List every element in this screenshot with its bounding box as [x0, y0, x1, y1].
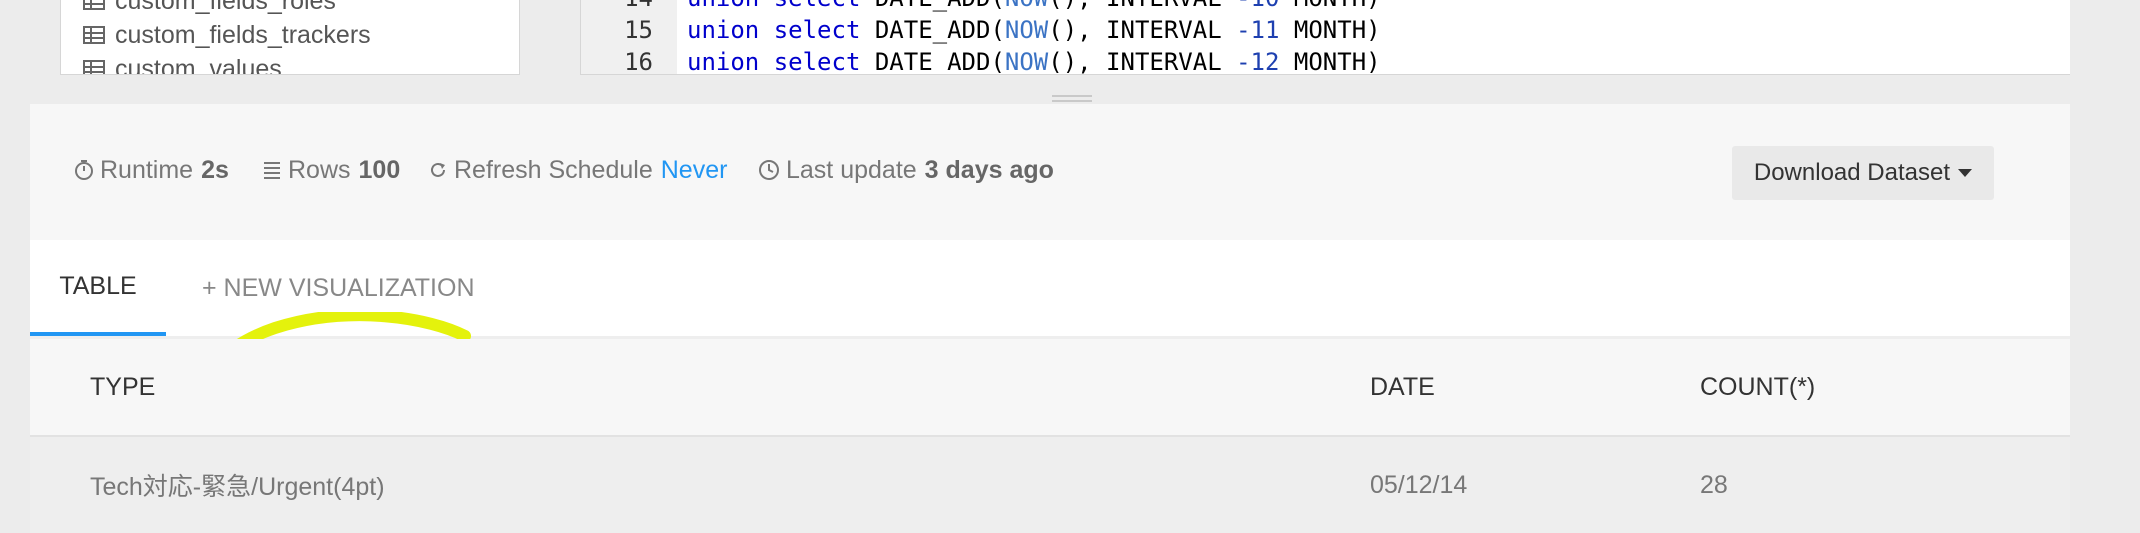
code-text: (), INTERVAL [1048, 48, 1237, 75]
code-keyword: union select [687, 16, 861, 44]
cell-date: 05/12/14 [1370, 470, 1468, 499]
table-header: TYPE DATE COUNT(*) [30, 339, 2070, 437]
column-header-count[interactable]: COUNT(*) [1700, 339, 1815, 435]
rows-info: Rows 100 [262, 150, 400, 190]
code-now: NOW [1004, 48, 1049, 75]
query-results: Runtime 2s Rows 100 Refresh Schedule Never … [30, 104, 2070, 533]
code-function: DATE_ADD( [875, 0, 1005, 12]
new-visualization-tab[interactable]: + NEW VISUALIZATION [202, 240, 475, 336]
query-editor[interactable]: 14union select DATE_ADD(NOW(), INTERVAL … [580, 0, 2082, 75]
column-header-type[interactable]: TYPE [90, 339, 155, 435]
table-icon [83, 26, 105, 44]
schema-browser: custom_fields_roles custom_fields_tracke… [60, 0, 520, 75]
new-visualization-label: + NEW VISUALIZATION [202, 273, 475, 302]
column-header-date[interactable]: DATE [1370, 339, 1435, 435]
code-number: -11 [1236, 16, 1280, 44]
code-text: MONTH) [1279, 0, 1381, 12]
schema-table-item[interactable]: custom_fields_trackers [83, 18, 371, 52]
schema-table-label: custom_fields_roles [115, 0, 336, 15]
refresh-icon [431, 162, 445, 177]
refresh-schedule-link[interactable]: Never [661, 156, 728, 185]
download-dataset-button[interactable]: Download Dataset [1731, 146, 1994, 200]
schema-table-label: custom_fields_trackers [115, 20, 371, 49]
code-text: (), INTERVAL [1048, 0, 1236, 12]
last-update-label: Last update [786, 155, 917, 184]
download-dataset-label: Download Dataset [1753, 159, 1950, 186]
scrollbar-gutter[interactable] [2070, 0, 2140, 494]
clock-icon [759, 160, 779, 180]
code-line[interactable]: 14union select DATE_ADD(NOW(), INTERVAL … [581, 0, 1381, 14]
code-now: NOW [1004, 16, 1049, 44]
code-number: -10 [1236, 0, 1279, 12]
table-row: Tech対応-緊急/Urgent(4pt) 05/12/14 28 [30, 437, 2070, 533]
schema-table-item[interactable]: custom_fields_roles [83, 0, 336, 18]
code-keyword: union select [687, 48, 861, 75]
cell-count: 28 [1700, 470, 1728, 499]
code-number: -12 [1236, 48, 1280, 75]
table-icon [83, 0, 105, 10]
schema-table-label: custom_values [115, 54, 282, 75]
query-page: custom_fields_roles custom_fields_tracke… [0, 0, 2140, 533]
caret-down-icon [1958, 169, 1972, 177]
runtime-value: 2s [201, 155, 229, 184]
refresh-label: Refresh Schedule [454, 155, 653, 184]
last-update: Last update 3 days ago [758, 150, 1054, 190]
code-function: DATE_ADD( [874, 16, 1005, 44]
code-text: (), INTERVAL [1048, 16, 1237, 44]
rows-value: 100 [358, 155, 401, 184]
code-text: MONTH) [1279, 16, 1381, 44]
line-number: 16 [624, 48, 653, 75]
tab-table-label: TABLE [59, 271, 137, 300]
last-update-value: 3 days ago [924, 155, 1054, 184]
visualization-tabs: TABLE + NEW VISUALIZATION [30, 240, 2070, 485]
code-line[interactable]: 16 union select DATE_ADD(NOW (), INTERVAL … [581, 46, 1381, 75]
code-now: NOW [1005, 0, 1048, 12]
table-icon [83, 60, 105, 74]
query-meta-bar: Runtime 2s Rows 100 Refresh Schedule Never … [30, 104, 2070, 240]
rows-icon [264, 162, 280, 179]
code-line[interactable]: 15 union select DATE_ADD(NOW (), INTERVAL … [581, 14, 1381, 46]
schema-table-item[interactable]: custom_values [83, 52, 282, 75]
line-number: 14 [581, 0, 653, 12]
code-function: DATE_ADD( [874, 48, 1005, 75]
refresh-schedule: Refresh Schedule Never [428, 150, 727, 190]
runtime-label: Runtime [100, 155, 194, 184]
line-number: 15 [624, 16, 653, 44]
code-text: MONTH) [1279, 48, 1381, 75]
cell-type: Tech対応-緊急/Urgent(4pt) [90, 473, 385, 501]
stopwatch-icon [75, 160, 93, 180]
runtime-info: Runtime 2s [74, 150, 229, 190]
rows-label: Rows [288, 155, 351, 184]
code-keyword: union select [687, 0, 860, 12]
tab-table[interactable]: TABLE [30, 240, 166, 336]
